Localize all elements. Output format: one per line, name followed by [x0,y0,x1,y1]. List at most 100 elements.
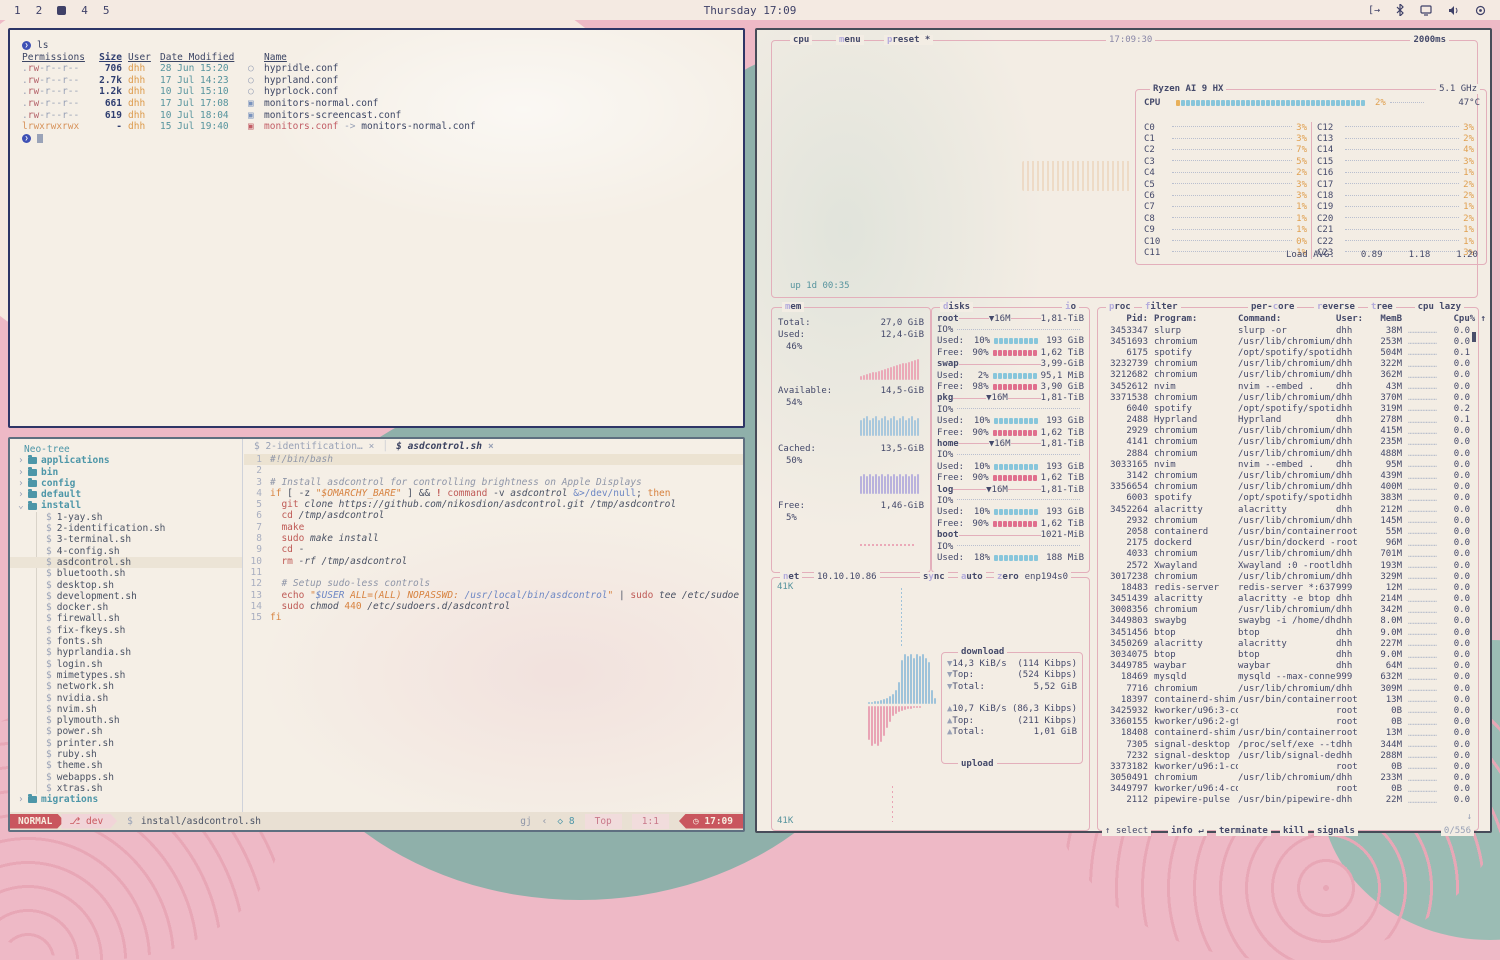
tree-file[interactable]: $ruby.sh [10,749,242,760]
tree-file[interactable]: $fonts.sh [10,636,242,647]
process-row[interactable]: 2572XwaylandXwayland :0 -rootldhh193M………… [1102,560,1474,571]
tree-file[interactable]: $login.sh [10,659,242,670]
process-row[interactable]: 2884chromium/usr/lib/chromium/dhh488M………… [1102,448,1474,459]
tree-file[interactable]: $power.sh [10,726,242,737]
process-row[interactable]: 6175spotify/opt/spotify/spotidhh504M…………… [1102,347,1474,358]
tree-file[interactable]: $printer.sh [10,738,242,749]
process-row[interactable]: 4141chromium/usr/lib/chromium/dhh235M………… [1102,437,1474,448]
process-row[interactable]: 2488HyprlandHyprlanddhh278M………………0.1 [1102,415,1474,426]
auto-toggle[interactable]: auto [958,572,986,582]
editor-tab[interactable]: $ 2-identification…× [254,441,374,452]
process-row[interactable]: 2175dockerd/usr/bin/dockerd -root96M…………… [1102,538,1474,549]
process-row[interactable]: 3017238chromium/usr/lib/chromium/dhh329M… [1102,571,1474,582]
process-row[interactable]: 3451456btopbtopdhh9.0M………………0.0 [1102,627,1474,638]
editor-panel[interactable]: $ 2-identification…×│$ asdcontrol.sh× 1#… [244,439,743,812]
process-row[interactable]: 3425932kworker/u96:3-coroot0B………………0.0 [1102,705,1474,716]
tree-file[interactable]: $firewall.sh [10,613,242,624]
process-row[interactable]: 7716chromium/usr/lib/chromium/dhh309M………… [1102,683,1474,694]
process-row[interactable]: 7232signal-desktop/usr/lib/signal-dedhh2… [1102,750,1474,761]
process-row[interactable]: 3212682chromium/usr/lib/chromium/dhh362M… [1102,370,1474,381]
tree-folder[interactable]: ⌄install [10,500,242,511]
process-row[interactable]: 2932chromium/usr/lib/chromium/dhh145M………… [1102,515,1474,526]
tree-file[interactable]: $hyprlandia.sh [10,647,242,658]
tree-file[interactable]: $2-identification.sh [10,523,242,534]
process-row[interactable]: 2929chromium/usr/lib/chromium/dhh415M………… [1102,426,1474,437]
process-row[interactable]: 18469mysqldmysqld --max-conne999632M…………… [1102,672,1474,683]
tree-file[interactable]: $webapps.sh [10,772,242,783]
process-row[interactable]: 3371538chromium/usr/lib/chromium/dhh370M… [1102,392,1474,403]
tree-file[interactable]: $bluetooth.sh [10,568,242,579]
process-row[interactable]: 3449785waybarwaybardhh64M………………0.0 [1102,661,1474,672]
settings-icon[interactable] [1475,5,1486,16]
workspace-button[interactable]: 4 [81,4,88,17]
process-row[interactable]: 3451693chromium/usr/lib/chromium/dhh253M… [1102,336,1474,347]
tree-file[interactable]: $3-terminal.sh [10,534,242,545]
process-row[interactable]: 3373182kworker/u96:1-coroot0B………………0.0 [1102,761,1474,772]
process-row[interactable]: 3451439alacrittyalacritty -e btopdhh214M… [1102,594,1474,605]
tree-folder[interactable]: ›default [10,489,242,500]
workspace-button[interactable]: 5 [103,4,110,17]
process-row[interactable]: 18408containerd-shim/usr/bin/containerro… [1102,728,1474,739]
process-row[interactable]: 3449803swaybgswaybg -i /home/dhdhh8.0M……… [1102,616,1474,627]
disks-box-label[interactable]: disks [940,302,973,312]
tree-file[interactable]: $theme.sh [10,760,242,771]
info-button[interactable]: info ↵ [1168,826,1207,836]
nvim-window[interactable]: Neo-tree ›applications›bin›config›defaul… [8,437,745,832]
process-row[interactable]: 2058containerd/usr/bin/containerroot55M…… [1102,526,1474,537]
sort-mode[interactable]: cpu lazy [1415,302,1464,312]
process-row[interactable]: 3453347slurpslurp -ordhh38M………………0.0 [1102,325,1474,336]
tree-file[interactable]: $1-yay.sh [10,512,242,523]
process-row[interactable]: 3449797kworker/u96:4-coroot0B………………0.0 [1102,784,1474,795]
tree-file[interactable]: $mimetypes.sh [10,670,242,681]
process-row[interactable]: 6003spotify/opt/spotify/spotidhh383M…………… [1102,493,1474,504]
scroll-down-icon[interactable]: ↓ [1467,812,1472,822]
process-row[interactable]: 3033165nvimnvim --embed .dhh95M………………0.0 [1102,459,1474,470]
proc-box-label[interactable]: proc [1106,302,1134,312]
tree-file[interactable]: $xtras.sh [10,783,242,794]
process-row[interactable]: 18483redis-serverredis-server *:63799912… [1102,582,1474,593]
btop-window[interactable]: cpu menu preset * 17:09:30 2000ms up 1d … [755,28,1492,833]
tree-toggle[interactable]: tree [1368,302,1396,312]
tree-file[interactable]: $asdcontrol.sh [10,557,242,568]
workspace-active[interactable] [57,6,66,15]
process-row[interactable]: 3008356chromium/usr/lib/chromium/dhh342M… [1102,605,1474,616]
process-row[interactable]: 6040spotify/opt/spotify/spotidhh319M…………… [1102,403,1474,414]
signals-button[interactable]: signals [1314,826,1358,836]
process-row[interactable]: 3360155kworker/u96:2-gfroot0B………………0.0 [1102,717,1474,728]
process-row[interactable]: 3050491chromium/usr/lib/chromium/dhh233M… [1102,773,1474,784]
process-row[interactable]: 3450269alacrittyalacrittydhh227M………………0.… [1102,638,1474,649]
zero-toggle[interactable]: zero [994,572,1022,582]
update-interval[interactable]: 2000ms [1410,35,1449,45]
editor-tab[interactable]: $ asdcontrol.sh× [396,441,494,452]
close-tab-icon[interactable]: × [488,441,494,452]
display-icon[interactable] [1420,5,1432,16]
reverse-toggle[interactable]: reverse [1314,302,1358,312]
io-toggle[interactable]: io [1062,302,1079,312]
mem-box-label[interactable]: mem [782,302,804,312]
menu-button[interactable]: menu [836,35,864,45]
net-box-label[interactable]: net [780,572,802,582]
process-row[interactable]: 3142chromium/usr/lib/chromium/dhh439M………… [1102,470,1474,481]
tree-file[interactable]: $network.sh [10,681,242,692]
tree-file[interactable]: $plymouth.sh [10,715,242,726]
tree-file[interactable]: $fix-fkeys.sh [10,625,242,636]
kill-button[interactable]: kill [1280,826,1308,836]
filter-button[interactable]: filter [1142,302,1181,312]
preset-button[interactable]: preset * [884,35,933,45]
process-row[interactable]: 18397containerd-shim/usr/bin/containerro… [1102,694,1474,705]
tree-file[interactable]: $desktop.sh [10,580,242,591]
interface-name[interactable]: enp194s0 [1022,572,1071,582]
scrollbar-thumb[interactable] [1472,332,1476,342]
tree-file[interactable]: $nvidia.sh [10,693,242,704]
terminal-window[interactable]: ❯ ls PermissionsSizeUserDate ModifiedNam… [8,28,745,428]
select-hint[interactable]: ↑ select [1102,826,1151,836]
process-row[interactable]: 7305signal-desktop/proc/self/exe --tdhh3… [1102,739,1474,750]
tree-folder[interactable]: ›config [10,478,242,489]
tree-file[interactable]: $nvim.sh [10,704,242,715]
screencast-icon[interactable]: [→ [1368,5,1380,16]
process-row[interactable]: 3034075btopbtopdhh9.0M………………0.0 [1102,649,1474,660]
process-row[interactable]: 3232739chromium/usr/lib/chromium/dhh322M… [1102,359,1474,370]
workspace-button[interactable]: 2 [36,4,43,17]
tree-file[interactable]: $development.sh [10,591,242,602]
per-core-toggle[interactable]: per-core [1248,302,1297,312]
